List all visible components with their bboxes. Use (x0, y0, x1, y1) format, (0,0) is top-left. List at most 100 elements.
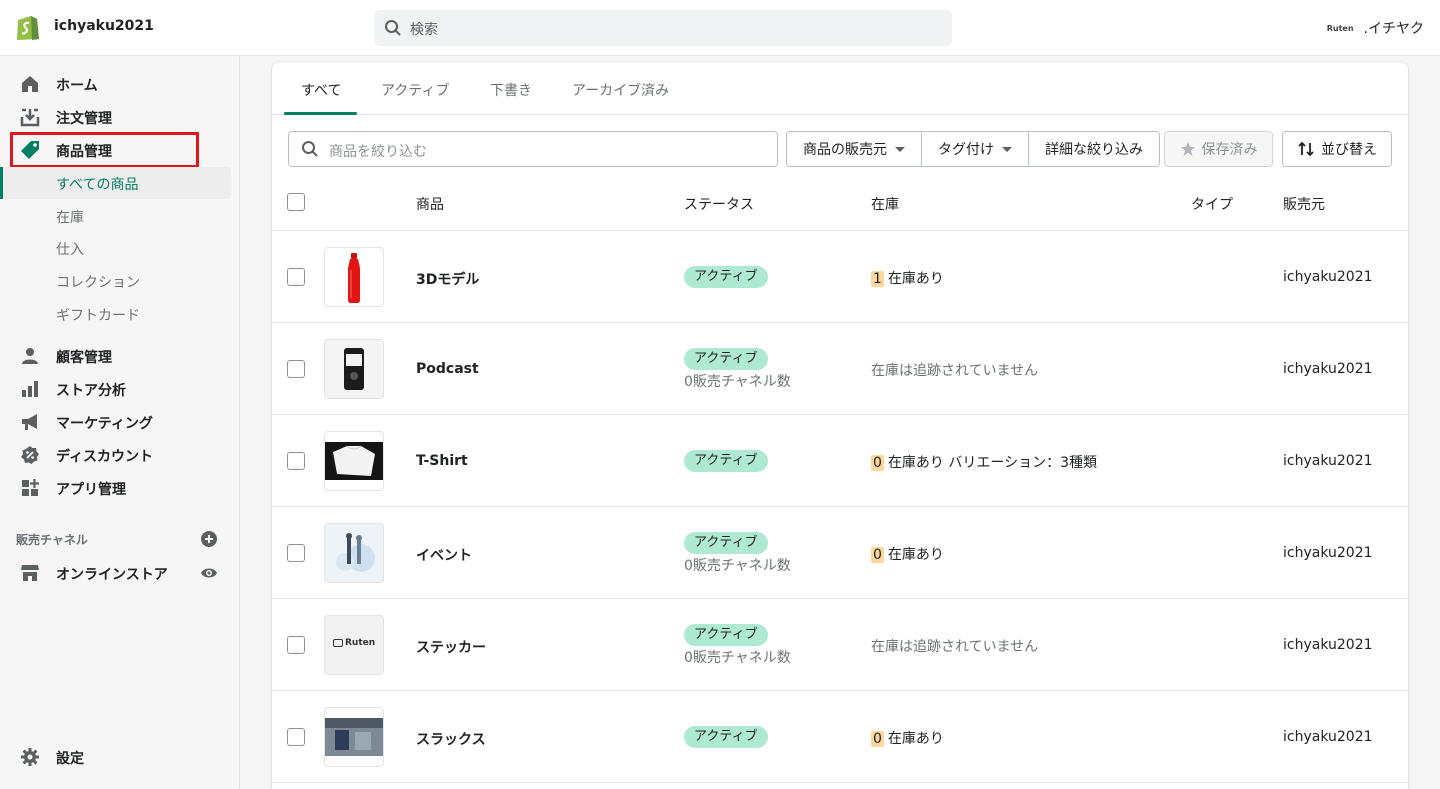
tab-all[interactable]: すべて (301, 62, 341, 115)
sidebar-item-customers[interactable]: 顧客管理 (0, 339, 240, 372)
tag-filter-button[interactable]: タグ付け (922, 132, 1029, 166)
product-thumbnail[interactable] (324, 707, 384, 767)
sidebar-item-apps[interactable]: アプリ管理 (0, 471, 240, 504)
table-row[interactable]: イベント アクティブ 0販売チャネル数 0 在庫あり ichyaku2021 (272, 507, 1408, 599)
tab-active-indicator (284, 112, 357, 115)
sidebar-subitem-purchase[interactable]: 仕入 (0, 232, 240, 264)
sticker-logo: Ruten (333, 638, 375, 648)
sidebar-subitem-collections[interactable]: コレクション (0, 265, 240, 297)
sort-button[interactable]: 並び替え (1282, 131, 1392, 167)
button-label: 保存済み (1201, 142, 1258, 158)
table-row[interactable]: Podcast アクティブ 0販売チャネル数 在庫は追跡されていません ichy… (272, 323, 1408, 415)
bottle-image (348, 253, 360, 303)
product-name[interactable]: T-Shirt (416, 453, 468, 469)
sidebar-item-label: アプリ管理 (56, 482, 126, 498)
orders-icon (20, 108, 40, 127)
analytics-icon (22, 381, 38, 397)
caret-down-icon (895, 146, 905, 152)
sales-channels-count: 0販売チャネル数 (684, 650, 791, 666)
sidebar-item-discounts[interactable]: ディスカウント (0, 438, 240, 471)
sidebar-item-orders[interactable]: 注文管理 (0, 100, 240, 133)
product-thumbnail[interactable]: Ruten (324, 615, 384, 675)
sidebar-item-label: 顧客管理 (56, 350, 112, 366)
sidebar-subitem-all-products[interactable]: すべての商品 (0, 167, 231, 199)
event-image (336, 533, 375, 572)
table-row[interactable]: T-Shirt アクティブ 0 在庫あり バリエーション：3種類 ichyaku2… (272, 415, 1408, 507)
vendor-filter-button[interactable]: 商品の販売元 (787, 132, 922, 166)
status-badge: アクティブ (684, 624, 768, 646)
product-name[interactable]: 3Dモデル (416, 269, 479, 289)
subitem-label: すべての商品 (56, 177, 139, 193)
table-row[interactable]: スラックス アクティブ 0 在庫あり ichyaku2021 (272, 691, 1408, 783)
sidebar-item-label: ストア分析 (56, 383, 126, 399)
product-name[interactable]: Podcast (416, 361, 479, 377)
select-all-checkbox[interactable] (287, 193, 305, 211)
tab-archived[interactable]: アーカイブ済み (572, 62, 669, 115)
person-icon (22, 348, 38, 364)
global-search-input[interactable]: 検索 (374, 10, 952, 46)
inventory-count: 0 (871, 547, 884, 563)
sidebar-item-label: オンラインストア (56, 567, 168, 583)
table-row[interactable]: Ruten ステッカー アクティブ 0販売チャネル数 在庫は追跡されていません … (272, 599, 1408, 691)
row-checkbox[interactable] (287, 360, 305, 378)
ruten-mark-icon (333, 639, 343, 647)
add-circle-icon[interactable] (200, 530, 218, 548)
sticker-logo-text: Ruten (345, 638, 376, 648)
sidebar-subitem-inventory[interactable]: 在庫 (0, 200, 240, 232)
product-thumbnail[interactable] (324, 339, 384, 399)
product-name[interactable]: スラックス (416, 729, 486, 749)
product-thumbnail[interactable] (324, 247, 384, 307)
account-menu[interactable]: Ruten .イチヤク (1327, 18, 1424, 38)
tab-active[interactable]: アクティブ (381, 62, 449, 115)
sidebar-item-label: ディスカウント (56, 449, 154, 465)
phone-image (344, 348, 364, 390)
sidebar-item-marketing[interactable]: マーケティング (0, 405, 240, 438)
table-row[interactable]: 3Dモデル アクティブ 1 在庫あり ichyaku2021 (272, 231, 1408, 323)
product-thumbnail[interactable] (324, 523, 384, 583)
sidebar-subitem-gift-cards[interactable]: ギフトカード (0, 298, 240, 330)
inventory-cell: 在庫は追跡されていません (871, 363, 1039, 379)
highlight-annotation (10, 132, 199, 168)
row-checkbox[interactable] (287, 452, 305, 470)
product-name[interactable]: イベント (416, 545, 472, 565)
inventory-count: 0 (871, 731, 884, 747)
sidebar-item-settings[interactable]: 設定 (0, 740, 240, 773)
product-name[interactable]: ステッカー (416, 637, 486, 657)
sidebar-item-label: 注文管理 (56, 111, 112, 127)
header-inventory[interactable]: 在庫 (871, 194, 899, 214)
button-label: 並び替え (1321, 142, 1377, 158)
sales-channels-count: 0販売チャネル数 (684, 374, 791, 390)
eye-icon[interactable] (200, 564, 218, 582)
sales-channels-title: 販売チャネル (16, 533, 88, 547)
tab-drafts[interactable]: 下書き (490, 62, 532, 115)
row-checkbox[interactable] (287, 636, 305, 654)
row-checkbox[interactable] (287, 728, 305, 746)
vendor-cell: ichyaku2021 (1283, 453, 1373, 469)
table-header: 商品 ステータス 在庫 タイプ 販売元 (272, 180, 1408, 231)
shopify-logo-icon[interactable] (14, 13, 40, 41)
product-thumbnail[interactable] (324, 431, 384, 491)
caret-down-icon (1002, 146, 1012, 152)
apps-icon (22, 479, 39, 496)
sidebar-item-analytics[interactable]: ストア分析 (0, 372, 240, 405)
product-filter-input[interactable]: 商品を絞り込む (288, 131, 778, 167)
search-icon (302, 141, 318, 157)
store-name[interactable]: ichyaku2021 (54, 18, 154, 34)
saved-button[interactable]: 保存済み (1164, 131, 1273, 167)
more-filters-button[interactable]: 詳細な絞り込み (1029, 132, 1159, 166)
status-badge: アクティブ (684, 532, 768, 554)
inventory-text: 在庫あり (887, 271, 944, 287)
subitem-label: 在庫 (56, 210, 84, 226)
row-checkbox[interactable] (287, 268, 305, 286)
sidebar-item-label: ホーム (56, 78, 98, 94)
header-product[interactable]: 商品 (416, 194, 444, 214)
header-status[interactable]: ステータス (684, 194, 754, 214)
header-type[interactable]: タイプ (1191, 194, 1233, 214)
row-checkbox[interactable] (287, 544, 305, 562)
account-logo: Ruten (1326, 23, 1354, 33)
header-vendor[interactable]: 販売元 (1283, 194, 1325, 214)
status-badge: アクティブ (684, 726, 768, 748)
search-icon (385, 20, 401, 36)
sidebar-item-home[interactable]: ホーム (0, 67, 240, 100)
button-label: 商品の販売元 (803, 142, 887, 158)
